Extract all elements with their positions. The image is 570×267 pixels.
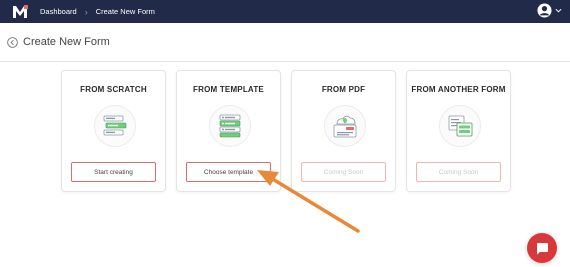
card-from-scratch: FROM SCRATCH Start creating	[61, 70, 166, 192]
pdf-coming-soon-button: Coming Soon	[301, 162, 386, 182]
chevron-down-icon	[555, 8, 562, 13]
breadcrumb-separator-icon: ›	[84, 6, 88, 17]
top-navbar: Dashboard › Create New Form	[0, 0, 570, 23]
page-header: Create New Form	[0, 23, 570, 62]
pdf-upload-icon	[324, 105, 366, 147]
back-button[interactable]	[6, 36, 18, 48]
form-fields-icon	[94, 105, 136, 147]
user-menu[interactable]	[537, 3, 562, 18]
card-title: FROM TEMPLATE	[193, 85, 264, 94]
card-title: FROM ANOTHER FORM	[411, 85, 506, 94]
start-creating-button[interactable]: Start creating	[71, 162, 156, 182]
back-circle-icon	[6, 36, 18, 48]
breadcrumb-current: Create New Form	[95, 7, 155, 16]
card-from-pdf: FROM PDF Coming Soon	[291, 70, 396, 192]
card-title: FROM PDF	[321, 85, 366, 94]
card-from-another-form: FROM ANOTHER FORM Coming Soon	[406, 70, 511, 192]
logo-icon	[13, 4, 28, 18]
breadcrumb-dashboard[interactable]: Dashboard	[40, 7, 77, 16]
app-logo[interactable]	[0, 0, 40, 23]
chat-icon	[537, 242, 548, 254]
template-list-icon	[209, 105, 251, 147]
another-form-coming-soon-button: Coming Soon	[416, 162, 501, 182]
user-avatar-icon	[537, 3, 552, 18]
choose-template-button[interactable]: Choose template	[186, 162, 271, 182]
page-title: Create New Form	[23, 36, 110, 48]
breadcrumb: Dashboard › Create New Form	[40, 7, 155, 17]
chat-button[interactable]	[527, 233, 557, 263]
card-from-template: FROM TEMPLATE Choose template	[176, 70, 281, 192]
copy-form-icon	[439, 105, 481, 147]
card-title: FROM SCRATCH	[80, 85, 147, 94]
